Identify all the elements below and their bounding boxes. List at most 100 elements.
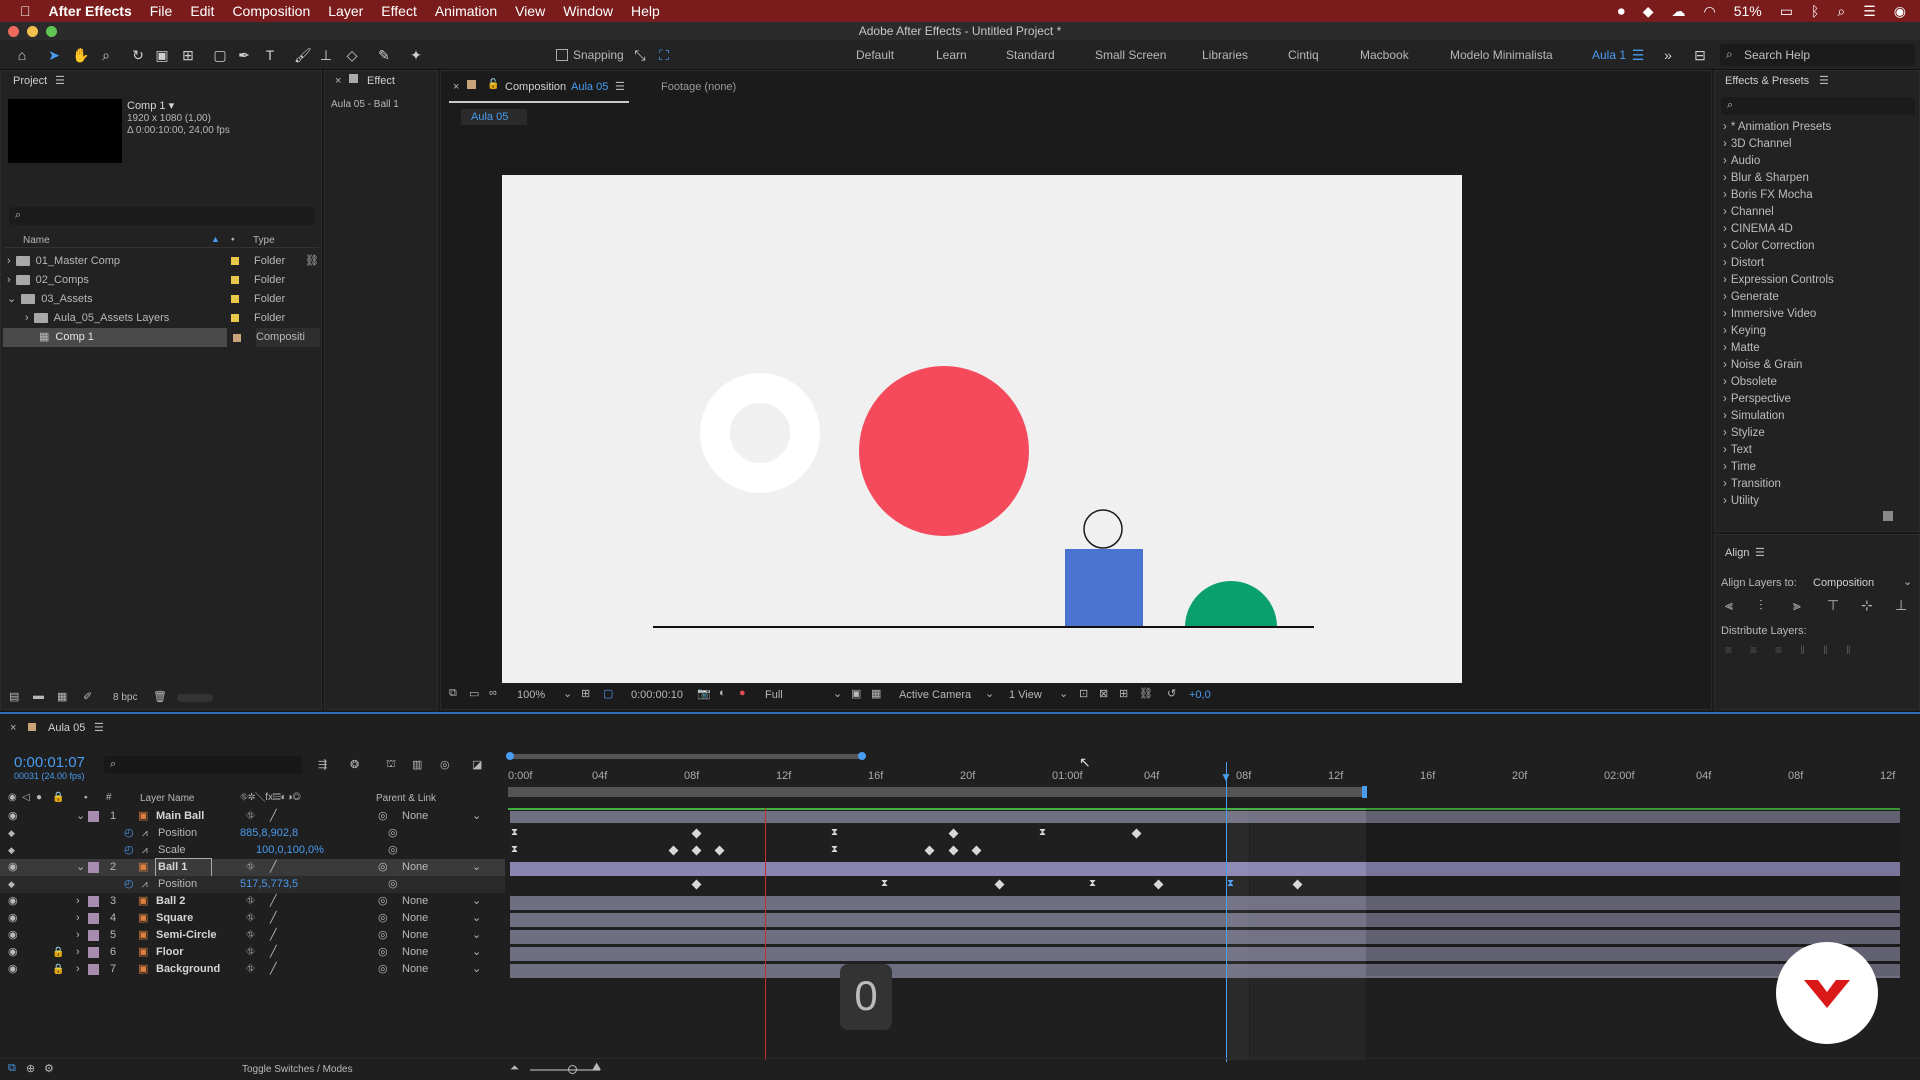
- workspace-modelo-minimalista[interactable]: Modelo Minimalista: [1450, 48, 1553, 62]
- effects-category-item[interactable]: › Transition: [1723, 478, 1781, 490]
- keyframe-hold[interactable]: ⧗: [510, 845, 519, 855]
- motion-blur-icon[interactable]: ◎: [440, 758, 450, 771]
- keyframe[interactable]: [1131, 828, 1142, 839]
- project-item-aula-05-assets-layers[interactable]: › Aula_05_Assets Layers Folder: [1, 309, 319, 328]
- keyframe[interactable]: [994, 879, 1005, 890]
- effect-controls-tab[interactable]: Effect: [367, 75, 395, 87]
- col-type-header[interactable]: Type: [253, 235, 275, 246]
- align-left-icon[interactable]: ⫷: [1725, 597, 1733, 614]
- chevron-right-icon[interactable]: ›: [1723, 274, 1727, 286]
- flowchart-icon[interactable]: ⛓: [305, 252, 319, 271]
- hide-shy-layers-icon[interactable]: ⛫: [386, 758, 396, 772]
- expand-arrow-icon[interactable]: ⌄: [76, 808, 85, 825]
- effects-category-item[interactable]: › Matte: [1723, 342, 1760, 354]
- panel-layout-icon[interactable]: ⊟: [1692, 47, 1708, 63]
- graph-icon[interactable]: ⩘: [142, 842, 148, 859]
- reset-exposure-icon[interactable]: ↺: [1167, 687, 1176, 700]
- parent-pickwhip-icon[interactable]: ◎: [378, 927, 388, 944]
- chevron-right-icon[interactable]: ›: [1723, 342, 1727, 354]
- record-icon[interactable]: ⏺: [1609, 3, 1634, 20]
- workspace-learn[interactable]: Learn: [936, 48, 967, 62]
- layer-row[interactable]: ◉ 🔒 › 7 ▣ Background ⛗ ╱ ◎ None ⌄: [0, 961, 505, 978]
- panel-menu-icon[interactable]: ☰: [1819, 74, 1829, 87]
- vr-icon[interactable]: ∞: [489, 687, 497, 699]
- timeline-tab[interactable]: Aula 05: [48, 722, 85, 734]
- clone-stamp-tool-icon[interactable]: ⊥: [318, 47, 334, 63]
- chevron-right-icon[interactable]: ›: [1723, 495, 1727, 507]
- keyframe[interactable]: [1153, 879, 1164, 890]
- property-row-position[interactable]: ◆ ◴ ⩘ Position 885,8,902,8 ◎: [0, 825, 505, 842]
- shy-switch-icon[interactable]: ⛗: [246, 944, 255, 961]
- label-color-swatch[interactable]: [231, 295, 239, 303]
- panel-menu-icon[interactable]: ☰: [55, 74, 65, 87]
- close-tab-icon[interactable]: ×: [453, 81, 459, 93]
- layer-row[interactable]: ◉ › 4 ▣ Square ⛗ ╱ ◎ None ⌄: [0, 910, 505, 927]
- chevron-right-icon[interactable]: ›: [1723, 206, 1727, 218]
- align-hcenter-icon[interactable]: ⫶: [1759, 597, 1763, 614]
- workspace-small-screen[interactable]: Small Screen: [1095, 48, 1166, 62]
- rectangle-tool-icon[interactable]: ▢: [212, 47, 228, 63]
- label-color-swatch[interactable]: [88, 947, 99, 958]
- visibility-eye-icon[interactable]: ◉: [8, 961, 18, 978]
- keyframe-hold[interactable]: ⧗: [830, 845, 839, 855]
- chevron-right-icon[interactable]: ›: [1723, 359, 1727, 371]
- graph-icon[interactable]: ⩘: [142, 825, 148, 842]
- effects-category-item[interactable]: › Simulation: [1723, 410, 1785, 422]
- effects-category-item[interactable]: › 3D Channel: [1723, 138, 1792, 150]
- effects-category-item[interactable]: › * Animation Presets: [1723, 121, 1831, 133]
- visibility-eye-icon[interactable]: ◉: [8, 944, 18, 961]
- cti-head-icon[interactable]: ▼: [1220, 770, 1232, 784]
- battery-icon[interactable]: ▭: [1771, 3, 1802, 20]
- parent-pickwhip-icon[interactable]: ◎: [378, 961, 388, 978]
- col-name-header[interactable]: Name: [23, 235, 50, 246]
- chevron-right-icon[interactable]: ›: [1723, 444, 1727, 456]
- expand-arrow-icon[interactable]: ›: [76, 927, 80, 944]
- menu-window[interactable]: Window: [554, 3, 622, 19]
- bluetooth-icon[interactable]: ᛒ: [1802, 3, 1828, 19]
- chevron-down-icon[interactable]: ⌄: [1059, 687, 1068, 700]
- lock-icon[interactable]: [349, 74, 358, 83]
- keyframe[interactable]: [691, 828, 702, 839]
- chevron-down-icon[interactable]: ⌄: [472, 910, 481, 927]
- quality-switch-icon[interactable]: ╱: [270, 944, 277, 961]
- visibility-eye-icon[interactable]: ◉: [8, 893, 18, 910]
- panel-menu-icon[interactable]: ☰: [94, 721, 104, 734]
- keyframe-hold[interactable]: ⧗: [1088, 879, 1097, 889]
- close-tab-icon[interactable]: ×: [10, 722, 16, 734]
- effects-category-item[interactable]: › Blur & Sharpen: [1723, 172, 1809, 184]
- siri-icon[interactable]: ◉: [1885, 3, 1920, 20]
- expand-io-icon[interactable]: ⊕: [26, 1062, 35, 1075]
- expand-arrow-icon[interactable]: ›: [76, 910, 80, 927]
- layer-row[interactable]: ◉ 🔒 › 6 ▣ Floor ⛗ ╱ ◎ None ⌄: [0, 944, 505, 961]
- expand-arrow-icon[interactable]: ›: [7, 274, 11, 286]
- graph-editor-icon[interactable]: ◪: [472, 758, 482, 771]
- property-row-position[interactable]: ◆ ◴ ⩘ Position 517,5,773,5 ◎: [0, 876, 505, 893]
- layer-name[interactable]: Ball 1: [154, 858, 213, 877]
- fit-icon[interactable]: ⊞: [581, 687, 590, 700]
- close-tab-icon[interactable]: ×: [335, 75, 341, 87]
- pen-tool-icon[interactable]: ✒: [236, 47, 252, 63]
- work-area-end-handle[interactable]: [858, 752, 866, 760]
- align-title[interactable]: Align: [1725, 547, 1749, 559]
- stopwatch-icon[interactable]: ◴: [124, 842, 134, 859]
- composition-tab-name[interactable]: Aula 05: [571, 81, 608, 93]
- effects-category-item[interactable]: › Audio: [1723, 155, 1760, 167]
- quality-switch-icon[interactable]: ╱: [270, 910, 277, 927]
- effects-category-item[interactable]: › Stylize: [1723, 427, 1765, 439]
- shy-switch-icon[interactable]: ⛗: [246, 808, 255, 825]
- parent-dropdown[interactable]: None: [402, 927, 428, 944]
- snapshot-icon[interactable]: 📷: [697, 687, 711, 700]
- chevron-down-icon[interactable]: ⌄: [833, 687, 842, 700]
- property-value[interactable]: 517,5,773,5: [240, 876, 298, 893]
- layer-name[interactable]: Floor: [156, 944, 184, 961]
- snap-option-icon[interactable]: ⤡: [632, 47, 648, 63]
- bpc-label[interactable]: 8 bpc: [113, 692, 137, 703]
- keyframe-nav-icon[interactable]: ◆: [8, 842, 15, 859]
- chevron-down-icon[interactable]: ⌄: [472, 808, 481, 825]
- expand-arrow-icon[interactable]: ⌄: [76, 859, 85, 876]
- workspace-standard[interactable]: Standard: [1006, 48, 1055, 62]
- keyframe[interactable]: [971, 845, 982, 856]
- menu-help[interactable]: Help: [622, 3, 669, 19]
- visibility-eye-icon[interactable]: ◉: [8, 910, 18, 927]
- more-workspaces-icon[interactable]: »: [1660, 47, 1676, 63]
